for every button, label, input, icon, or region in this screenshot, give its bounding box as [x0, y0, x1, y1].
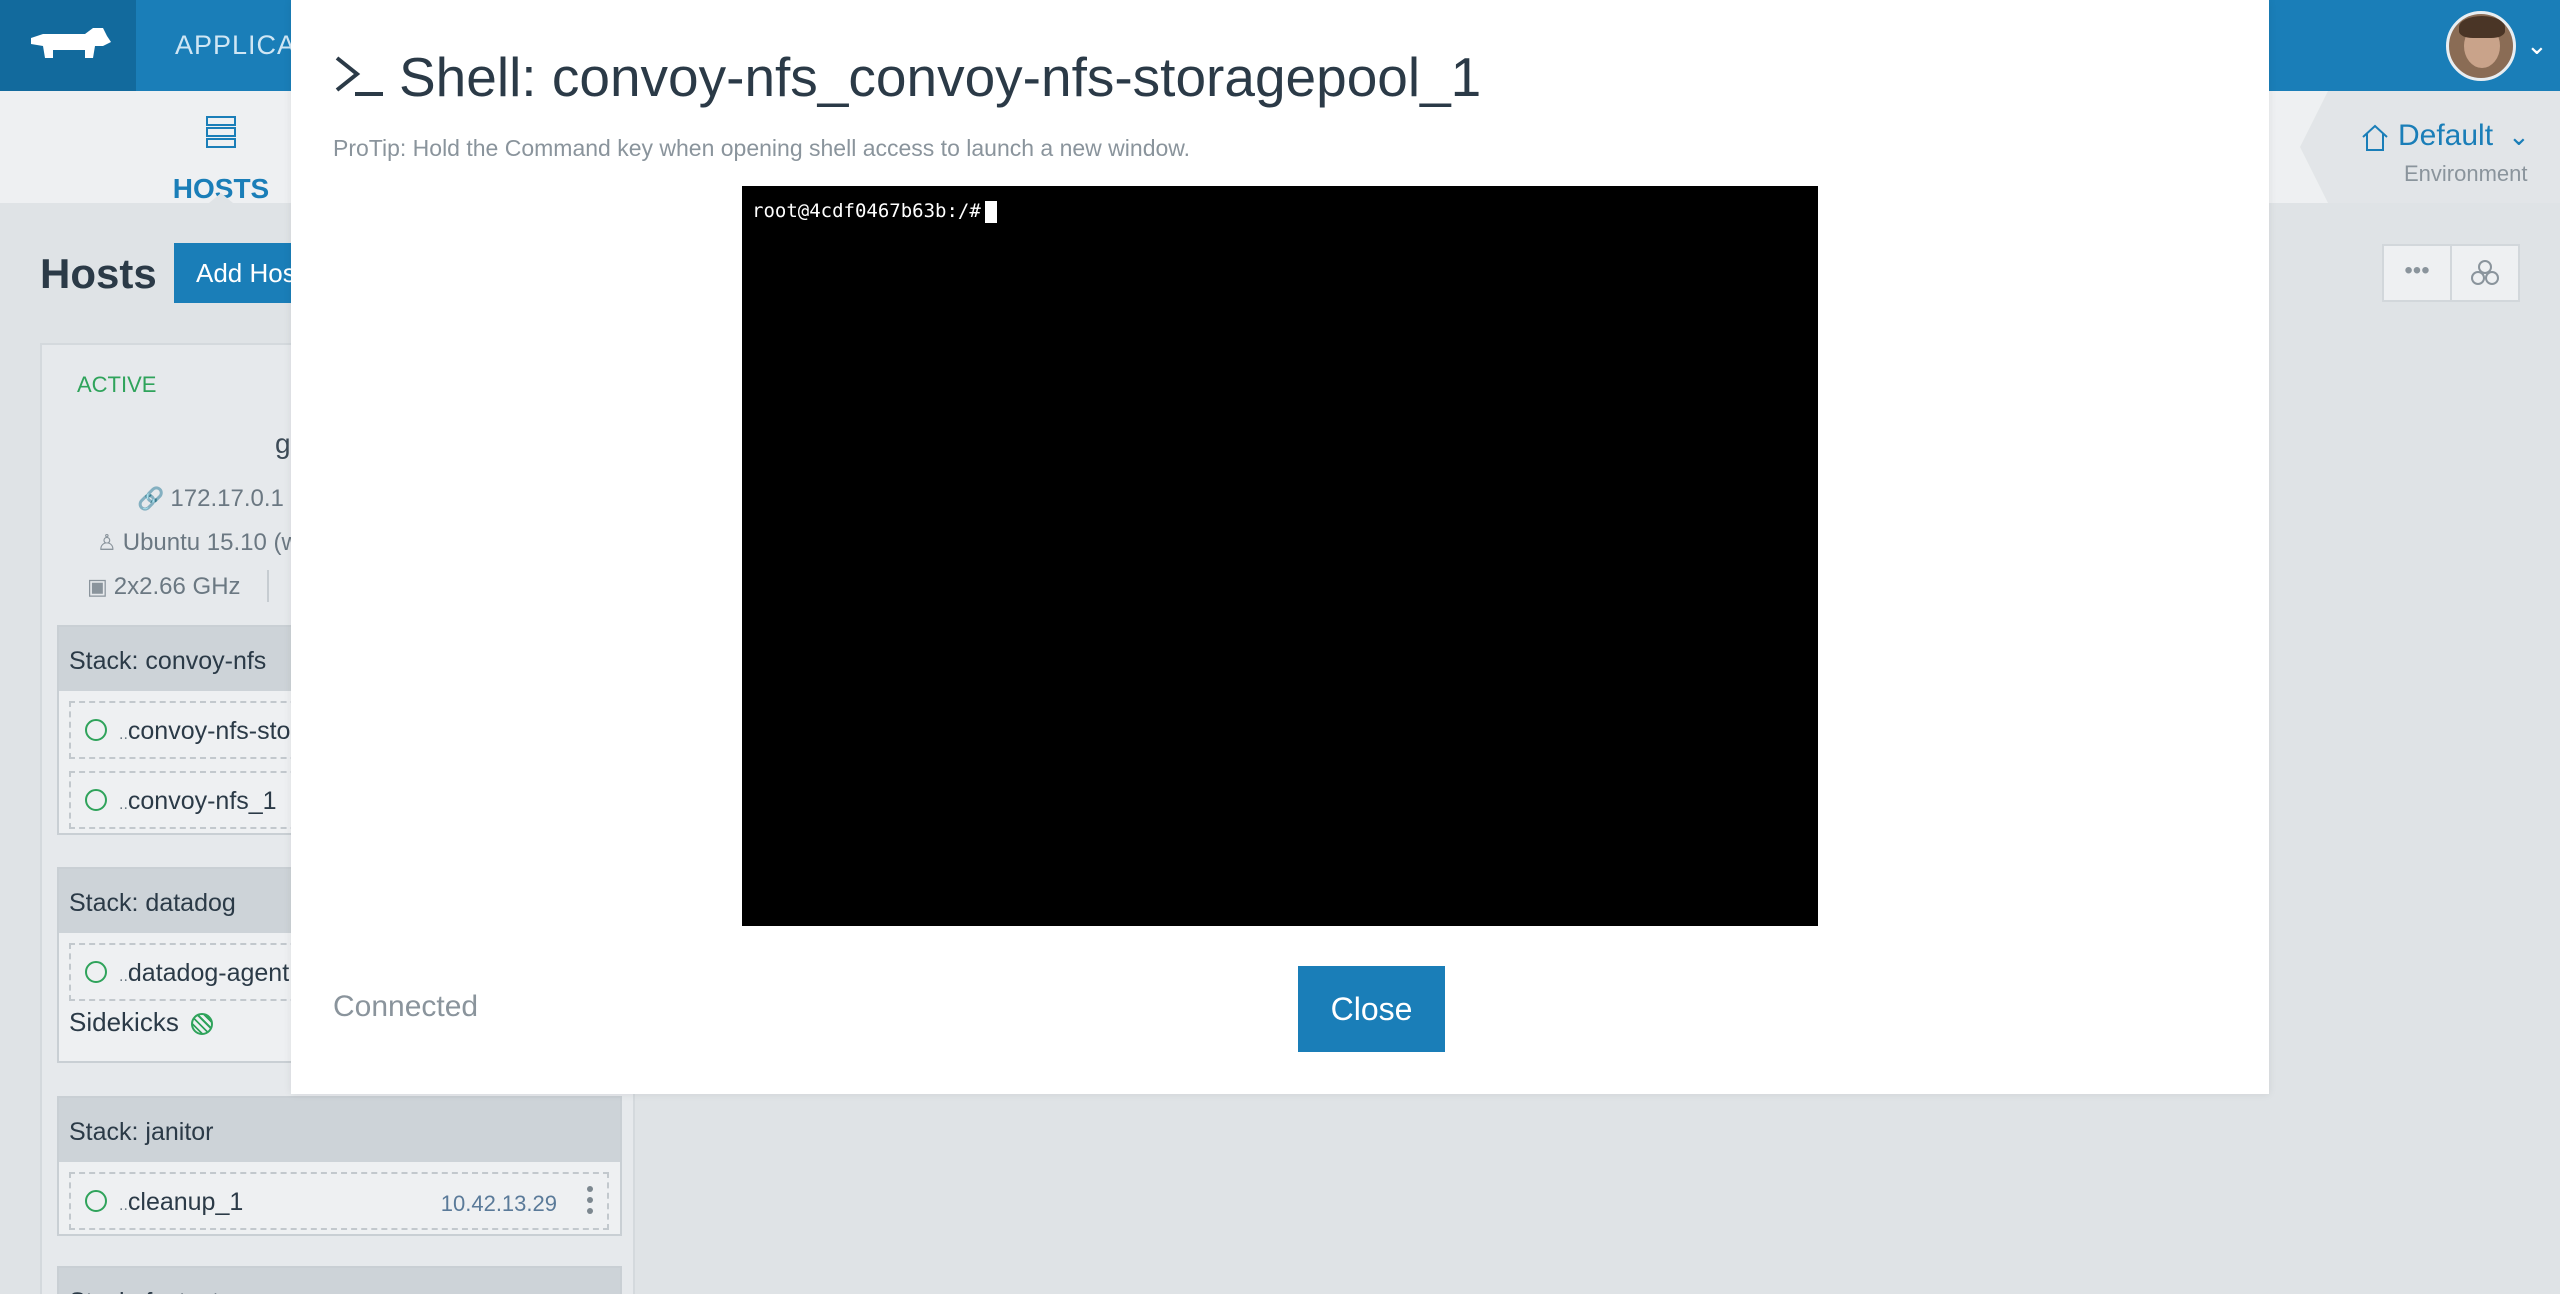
container-state-icon	[85, 789, 107, 811]
user-avatar[interactable]	[2446, 11, 2516, 81]
container-state-icon	[85, 1190, 107, 1212]
container-name: ..datadog-agent	[119, 959, 290, 987]
divider	[267, 570, 269, 602]
protip-text: ProTip: Hold the Command key when openin…	[333, 135, 1191, 161]
host-ip-row: 🔗 172.17.0.1	[137, 485, 284, 513]
modal-title: Shell: convoy-nfs_convoy-nfs-storagepool…	[399, 46, 1482, 108]
connection-status: Connected	[333, 990, 479, 1023]
host-os: Ubuntu 15.10 (w	[122, 529, 299, 556]
terminal-prompt: root@4cdf0467b63b:/#	[752, 200, 981, 222]
terminal-cursor	[984, 200, 997, 223]
environment-name: Default	[2398, 119, 2494, 152]
sidekicks-label: Sidekicks	[69, 1007, 179, 1037]
tab-hosts[interactable]: HOSTS	[150, 111, 292, 204]
cluster-icon	[2471, 260, 2499, 285]
chevron-down-icon: ⌄	[2508, 121, 2530, 151]
environment-label: Environment	[2404, 161, 2528, 186]
environment-switcher[interactable]: Default ⌄ Environment	[2300, 91, 2560, 203]
chevron-down-icon[interactable]: ⌄	[2526, 30, 2548, 61]
container-ip: 10.42.13.29	[440, 1191, 557, 1216]
container-name: ..cleanup_1	[119, 1188, 244, 1216]
linux-icon: ♙	[97, 530, 117, 555]
terminal-line: root@4cdf0467b63b:/#	[752, 200, 997, 223]
host-ip: 172.17.0.1	[170, 485, 284, 512]
container-name: ..convoy-nfs_1	[119, 787, 277, 815]
shell-modal: Shell: convoy-nfs_convoy-nfs-storagepool…	[291, 0, 2269, 1094]
close-button[interactable]: Close	[1298, 966, 1445, 1052]
sidekick-icon	[190, 1013, 213, 1036]
container-state-icon	[85, 719, 107, 741]
container-menu-icon[interactable]	[587, 1186, 593, 1216]
cluster-view-button[interactable]	[2450, 244, 2520, 302]
host-cpu-row: ▣ 2x2.66 GHz	[87, 573, 241, 601]
server-icon	[206, 116, 236, 148]
terminal[interactable]: root@4cdf0467b63b:/#	[742, 186, 1818, 926]
stack-janitor: Stack: janitor ..cleanup_1 10.42.13.29	[57, 1096, 622, 1236]
link-icon: 🔗	[137, 486, 165, 511]
container-name: ..convoy-nfs-sto	[119, 717, 291, 745]
stack-title[interactable]: Stack: janitor	[59, 1098, 620, 1162]
host-state-badge: ACTIVE	[77, 372, 157, 397]
cow-logo-icon	[31, 27, 111, 58]
host-name[interactable]: g	[275, 428, 291, 460]
more-options-button[interactable]: •••	[2382, 244, 2452, 302]
stack-title[interactable]: Stack: fastest	[59, 1268, 620, 1294]
home-icon	[2362, 124, 2388, 151]
avatar-hair	[2459, 16, 2505, 38]
tab-active-notch	[209, 193, 233, 203]
host-cpu: 2x2.66 GHz	[113, 573, 241, 600]
host-os-row: ♙ Ubuntu 15.10 (w	[97, 529, 299, 557]
container-row[interactable]: ..cleanup_1 10.42.13.29	[69, 1172, 609, 1230]
cpu-icon: ▣	[87, 574, 108, 599]
sidekicks-row[interactable]: Sidekicks	[69, 1007, 213, 1038]
rancher-logo[interactable]	[0, 0, 136, 91]
stack-fastest: Stack: fastest	[57, 1266, 622, 1294]
page-title: Hosts	[40, 250, 157, 297]
container-state-icon	[85, 961, 107, 983]
